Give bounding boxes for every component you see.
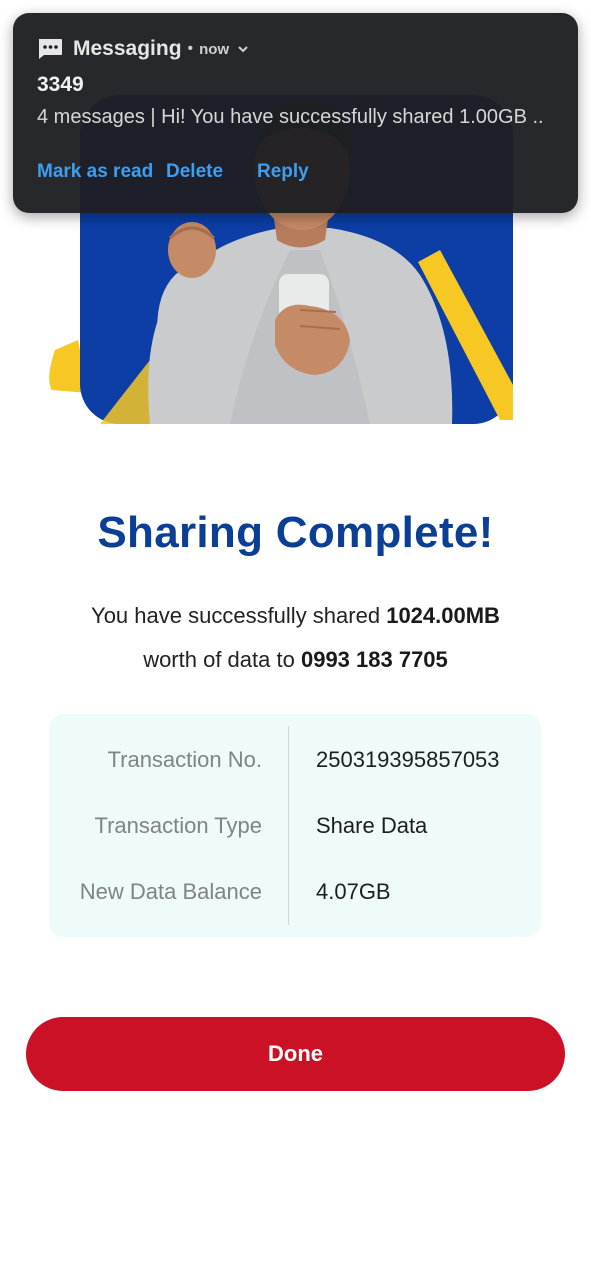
message-bubble-icon [39, 39, 62, 59]
message-line-2: worth of data to 0993 183 7705 [30, 638, 561, 682]
transaction-details: Transaction No. 250319395857053 Transact… [49, 714, 541, 937]
done-button[interactable]: Done [26, 1017, 565, 1091]
new-data-balance-value: 4.07GB [316, 879, 391, 904]
transaction-no-label: Transaction No. [107, 747, 262, 772]
transaction-type-value: Share Data [316, 813, 428, 838]
notification-sender: 3349 [37, 73, 84, 96]
reply-button[interactable]: Reply [257, 161, 309, 183]
app-name: Messaging [73, 37, 182, 60]
delete-button[interactable]: Delete [166, 161, 223, 183]
message-prefix: You have successfully shared [91, 603, 381, 628]
chevron-down-icon[interactable] [237, 43, 249, 55]
transaction-no-value: 250319395857053 [316, 747, 500, 772]
message-notification[interactable]: Messaging • now 3349 4 messages | Hi! Yo… [13, 13, 578, 213]
notification-header: Messaging • now [37, 35, 249, 63]
details-divider [288, 726, 289, 925]
notification-time: now [199, 40, 230, 58]
message-middle: worth of data to [143, 647, 295, 672]
message-line-1: You have successfully shared 1024.00MB [30, 594, 561, 638]
transaction-type-label: Transaction Type [94, 813, 262, 838]
recipient-number: 0993 183 7705 [300, 647, 448, 672]
separator-dot: • [187, 40, 194, 57]
page-title: Sharing Complete! [97, 508, 494, 557]
confirmation-message: You have successfully shared 1024.00MB w… [30, 594, 561, 682]
notification-body: 4 messages | Hi! You have successfully s… [37, 106, 544, 128]
shared-amount: 1024.00MB [386, 603, 500, 628]
mark-as-read-button[interactable]: Mark as read [37, 161, 153, 183]
new-data-balance-label: New Data Balance [79, 879, 262, 904]
